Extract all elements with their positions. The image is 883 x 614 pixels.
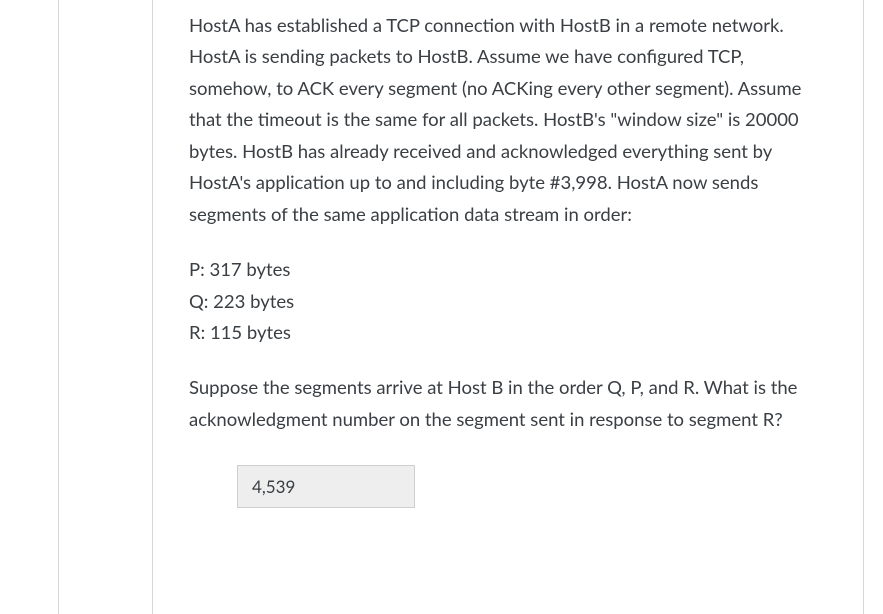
answer-value: 4,539 (237, 465, 415, 508)
page: HostA has established a TCP connection w… (0, 0, 883, 614)
question-intro: HostA has established a TCP connection w… (189, 10, 827, 230)
question-prompt: Suppose the segments arrive at Host B in… (189, 372, 827, 435)
question-segments: P: 317 bytes Q: 223 bytes R: 115 bytes (189, 254, 827, 348)
question-card: HostA has established a TCP connection w… (152, 0, 864, 614)
left-rule (58, 0, 59, 614)
